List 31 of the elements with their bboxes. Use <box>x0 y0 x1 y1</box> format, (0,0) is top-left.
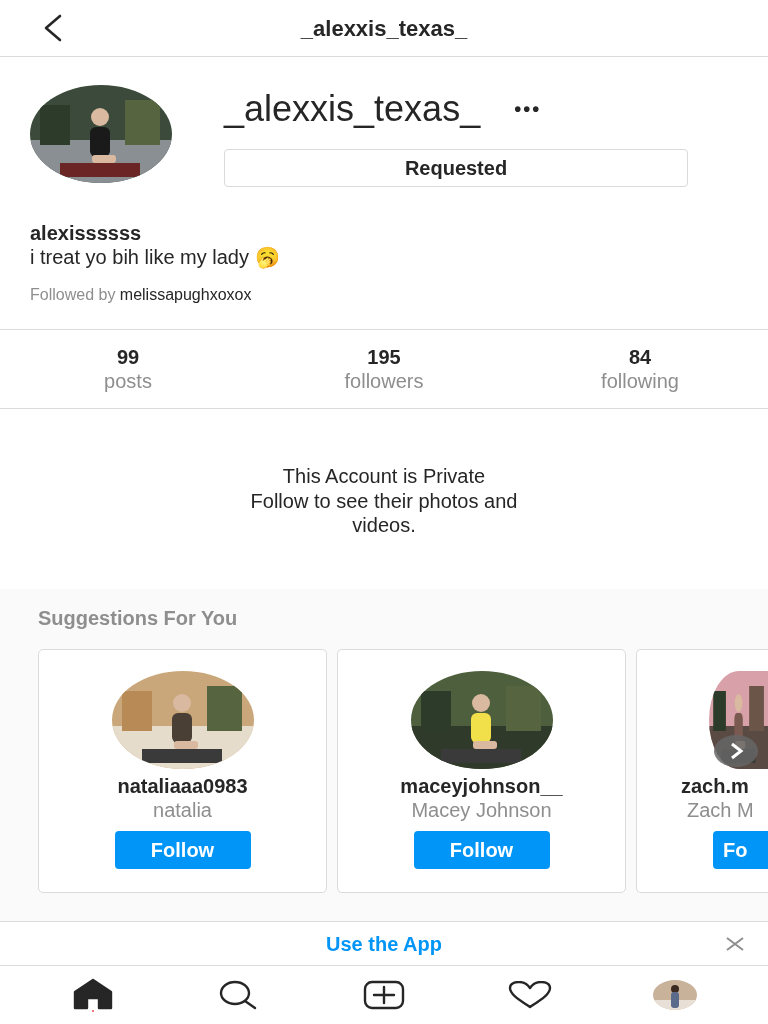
stat-label: posts <box>104 369 152 393</box>
follow-button[interactable]: Follow <box>413 831 550 869</box>
suggestion-username: nataliaaa0983 <box>117 774 248 799</box>
follow-button[interactable]: Follow <box>114 831 251 869</box>
stat-label: followers <box>344 369 424 393</box>
profile-bio: i treat yo bih like my lady 🥱 <box>30 245 281 269</box>
heart-icon[interactable] <box>507 981 552 1009</box>
add-post-icon[interactable] <box>363 980 405 1010</box>
header-title: _alexxis_texas_ <box>300 14 468 43</box>
stat-count: 84 <box>628 345 652 369</box>
suggestions-title: Suggestions For You <box>38 606 239 631</box>
follow-button[interactable]: Fo <box>713 831 768 869</box>
more-options-button[interactable]: ••• <box>514 99 542 119</box>
suggestion-username: maceyjohnson__ <box>400 774 563 799</box>
followed-by-text: Followed by melissapughxoxox <box>30 285 253 305</box>
suggestion-name: natalia <box>153 799 212 821</box>
profile-username: _alexxis_texas_ <box>224 87 481 131</box>
stat-label: following <box>601 369 679 393</box>
suggestion-name: Macey Johnson <box>411 799 552 821</box>
play-icon[interactable] <box>713 734 759 768</box>
private-text: Follow to see their photos and videos. <box>249 489 519 537</box>
suggestion-name: Zach M <box>687 799 755 821</box>
requested-button[interactable]: Requested <box>224 149 688 187</box>
close-icon[interactable] <box>726 937 744 951</box>
profile-avatar[interactable] <box>653 980 698 1010</box>
stat-count: 99 <box>116 345 140 369</box>
stat-count: 195 <box>367 345 401 369</box>
private-title: This Account is Private <box>282 464 486 489</box>
use-the-app-link[interactable]: Use the App <box>326 928 442 959</box>
suggestion-username: zach.m <box>681 774 750 799</box>
profile-name: alexissssss <box>30 221 143 245</box>
